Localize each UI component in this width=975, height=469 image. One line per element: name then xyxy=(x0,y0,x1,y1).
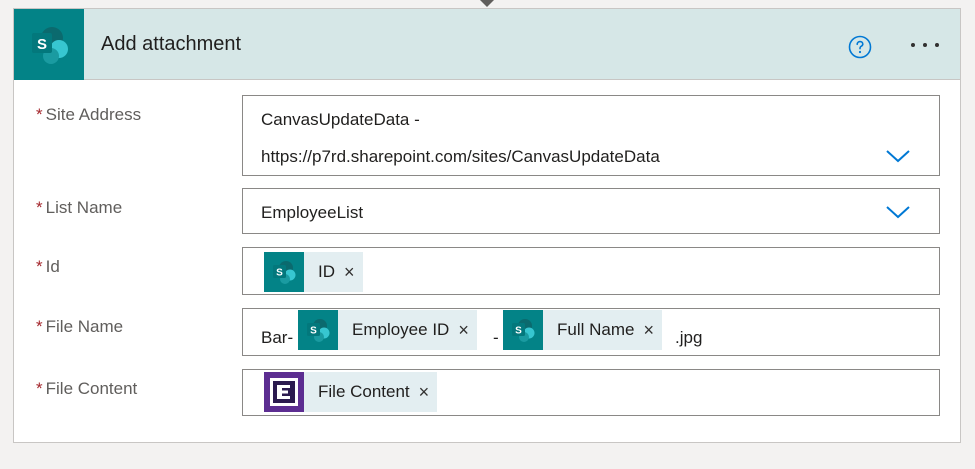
list-name-label: * List Name xyxy=(36,198,123,217)
token-label: File Content xyxy=(318,382,410,401)
file-name-field[interactable]: Bar- S Employee ID × - S Full Name × .jp… xyxy=(242,308,940,356)
site-address-value-line2: https://p7rd.sharepoint.com/sites/Canvas… xyxy=(261,147,660,166)
id-label: * Id xyxy=(36,257,60,276)
svg-text:S: S xyxy=(515,326,522,337)
file-name-suffix: .jpg xyxy=(675,328,703,347)
connector-arrow-icon xyxy=(480,0,494,7)
action-title: Add attachment xyxy=(101,33,242,55)
site-address-field[interactable]: CanvasUpdateData - https://p7rd.sharepoi… xyxy=(242,95,940,176)
svg-text:S: S xyxy=(37,36,47,53)
close-icon[interactable]: × xyxy=(344,262,355,283)
file-content-label: * File Content xyxy=(36,379,138,398)
list-name-field[interactable]: EmployeeList xyxy=(242,188,940,234)
token-label: Employee ID xyxy=(352,320,450,339)
site-address-value-line1: CanvasUpdateData - xyxy=(261,110,420,129)
sharepoint-icon: S xyxy=(264,252,304,292)
id-token[interactable]: S ID × xyxy=(264,252,363,292)
more-options-icon[interactable] xyxy=(907,36,943,54)
file-content-token[interactable]: File Content × xyxy=(264,372,438,412)
action-header[interactable]: S Add attachment xyxy=(14,9,960,80)
sharepoint-icon: S xyxy=(503,310,543,350)
svg-text:S: S xyxy=(276,268,283,279)
file-name-separator: - xyxy=(493,328,499,347)
full-name-token[interactable]: S Full Name × xyxy=(503,310,662,350)
form-icon xyxy=(264,372,304,412)
close-icon[interactable]: × xyxy=(458,320,469,341)
required-marker: * xyxy=(36,105,43,124)
sharepoint-logo-icon: S xyxy=(14,9,84,80)
close-icon[interactable]: × xyxy=(643,320,654,341)
employee-id-token[interactable]: S Employee ID × xyxy=(298,310,477,350)
file-name-prefix: Bar- xyxy=(261,328,294,347)
chevron-down-icon[interactable] xyxy=(885,204,911,220)
site-address-label: * Site Address xyxy=(36,105,142,124)
sharepoint-icon: S xyxy=(298,310,338,350)
token-label: ID xyxy=(318,262,335,281)
id-field[interactable]: S ID × xyxy=(242,247,940,295)
file-name-label: * File Name xyxy=(36,317,124,336)
file-content-field[interactable]: File Content × xyxy=(242,369,940,416)
action-card: S Add attachment * Site Address CanvasUpd… xyxy=(13,8,961,443)
close-icon[interactable]: × xyxy=(419,382,430,403)
token-label: Full Name xyxy=(557,320,635,339)
help-circle-icon[interactable] xyxy=(848,35,872,59)
chevron-down-icon[interactable] xyxy=(885,148,911,164)
list-name-value: EmployeeList xyxy=(261,203,364,222)
svg-text:S: S xyxy=(310,326,317,337)
